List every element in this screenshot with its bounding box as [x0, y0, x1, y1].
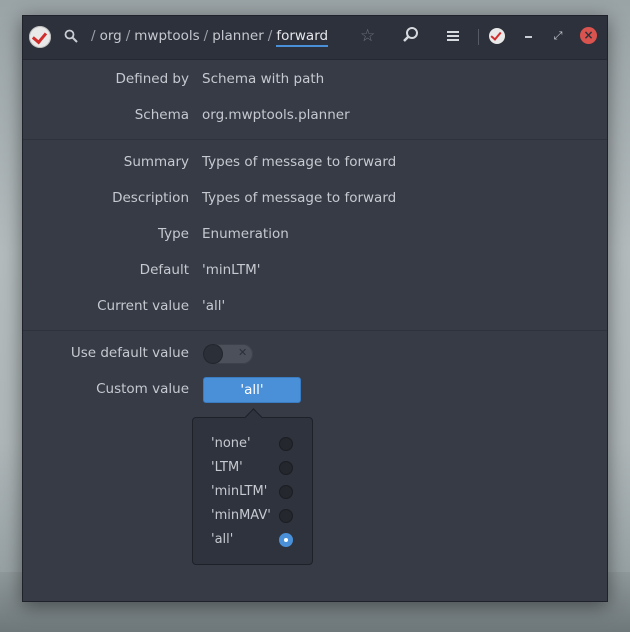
breadcrumb-separator: /: [203, 28, 209, 44]
switch-off-icon: ✕: [238, 346, 248, 359]
current-value-label: Current value: [97, 298, 189, 314]
section-divider: [23, 139, 607, 140]
breadcrumb-item-current[interactable]: forward: [276, 28, 329, 47]
option-ltm-label[interactable]: 'LTM': [211, 460, 243, 475]
defined-by-value: Schema with path: [202, 71, 325, 87]
hamburger-menu-icon[interactable]: [443, 26, 463, 46]
switch-knob: [204, 345, 222, 363]
schema-value: org.mwptools.planner: [202, 107, 350, 123]
summary-label: Summary: [123, 154, 189, 170]
use-default-switch[interactable]: ✕: [203, 344, 253, 364]
app-menu-icon[interactable]: [489, 28, 505, 44]
custom-value-label: Custom value: [96, 381, 189, 397]
default-label: Default: [139, 262, 189, 278]
option-minmav-radio[interactable]: [279, 509, 293, 523]
summary-value: Types of message to forward: [202, 154, 397, 170]
search-icon[interactable]: [63, 28, 81, 46]
current-value: 'all': [202, 298, 226, 314]
option-none-radio[interactable]: [279, 437, 293, 451]
default-row: Default 'minLTM': [23, 262, 607, 282]
find-icon[interactable]: [401, 25, 421, 45]
option-minmav-label[interactable]: 'minMAV': [211, 508, 271, 523]
description-label: Description: [112, 190, 189, 206]
breadcrumb-separator: /: [91, 28, 96, 44]
custom-value-row: Custom value: [23, 381, 607, 401]
dconf-editor-icon: [29, 26, 51, 48]
close-icon[interactable]: ×: [580, 27, 597, 44]
use-default-label: Use default value: [70, 345, 189, 361]
use-default-row: Use default value: [23, 345, 607, 365]
dconf-editor-window: / org / mwptools / planner / forward ☆ ⤢ × Defi…: [22, 15, 608, 602]
schema-label: Schema: [134, 107, 189, 123]
breadcrumb: / org / mwptools / planner / forward: [87, 28, 329, 47]
custom-value-button[interactable]: 'all': [203, 377, 301, 403]
breadcrumb-item-org[interactable]: org: [100, 28, 122, 44]
header-separator: [478, 29, 479, 45]
maximize-icon[interactable]: ⤢: [551, 29, 565, 43]
defined-by-label: Defined by: [115, 71, 190, 87]
option-minltm-radio[interactable]: [279, 485, 293, 499]
breadcrumb-separator: /: [267, 28, 273, 44]
option-minltm-label[interactable]: 'minLTM': [211, 484, 267, 499]
type-row: Type Enumeration: [23, 226, 607, 246]
description-row: Description Types of message to forward: [23, 190, 607, 210]
enum-options-popover: 'none' 'LTM' 'minLTM' 'minMAV' 'all': [192, 417, 313, 565]
header-bar: / org / mwptools / planner / forward ☆ ⤢ ×: [23, 16, 607, 60]
minimize-icon[interactable]: [523, 28, 535, 44]
schema-row: Schema org.mwptools.planner: [23, 107, 607, 127]
defined-by-row: Defined by Schema with path: [23, 71, 607, 91]
description-value: Types of message to forward: [202, 190, 397, 206]
option-all-radio[interactable]: [279, 533, 293, 547]
breadcrumb-separator: /: [125, 28, 131, 44]
breadcrumb-item-planner[interactable]: planner: [212, 28, 264, 44]
key-details-panel: Defined by Schema with path Schema org.m…: [23, 60, 607, 601]
option-ltm-radio[interactable]: [279, 461, 293, 475]
option-all-label[interactable]: 'all': [211, 532, 233, 547]
type-value: Enumeration: [202, 226, 289, 242]
current-value-row: Current value 'all': [23, 298, 607, 318]
star-icon[interactable]: ☆: [360, 26, 375, 46]
type-label: Type: [157, 226, 189, 242]
summary-row: Summary Types of message to forward: [23, 154, 607, 174]
breadcrumb-item-mwptools[interactable]: mwptools: [134, 28, 199, 44]
section-divider: [23, 330, 607, 331]
option-none-label[interactable]: 'none': [211, 436, 251, 451]
default-value: 'minLTM': [202, 262, 261, 278]
